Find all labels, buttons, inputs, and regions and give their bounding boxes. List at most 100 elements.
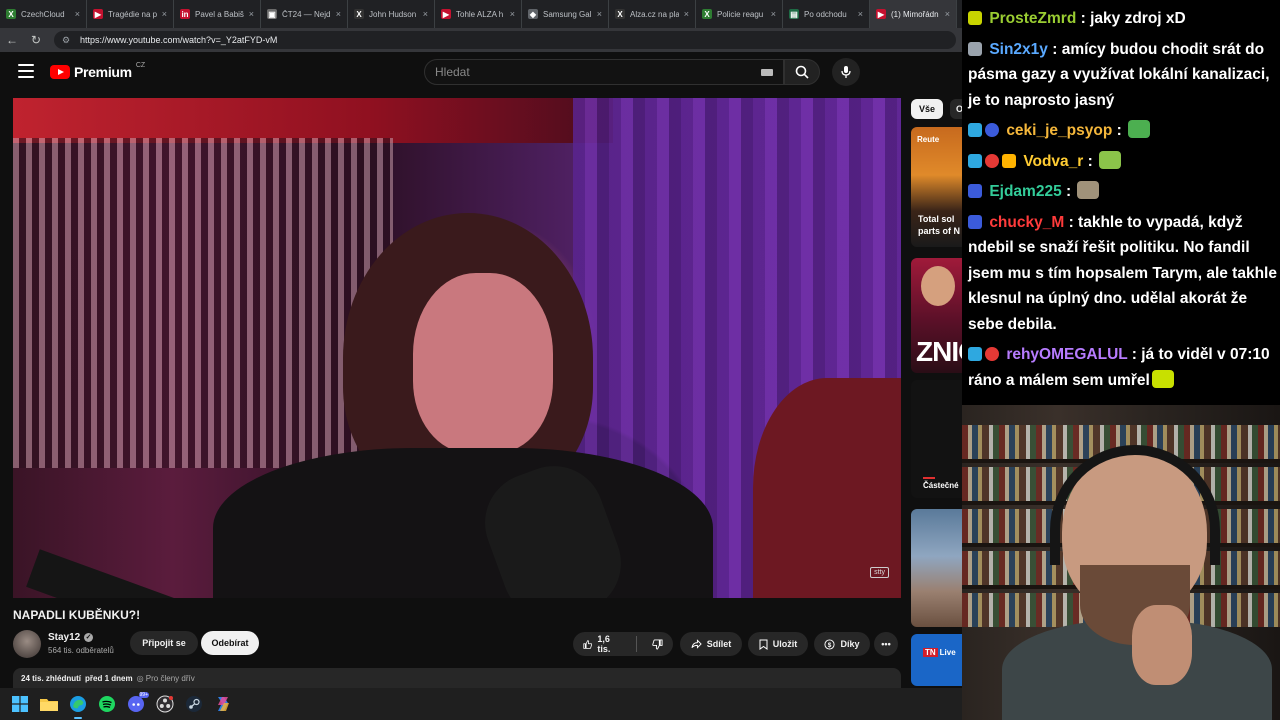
chat-message: chucky_M : takhle to vypadá, když ndebil… bbox=[968, 210, 1278, 338]
like-dislike-group: 1,6 tis. bbox=[573, 632, 673, 656]
windows-start-icon[interactable] bbox=[10, 694, 30, 714]
video-background-wall bbox=[13, 138, 393, 468]
tab-favicon-icon: X bbox=[6, 9, 16, 19]
browser-tab[interactable]: ◆ Samsung Gal × bbox=[522, 0, 609, 28]
search-input[interactable]: Hledat bbox=[424, 59, 784, 85]
join-label: Připojit se bbox=[142, 638, 186, 648]
tab-close-icon[interactable]: × bbox=[684, 9, 689, 19]
chat-username[interactable]: ProsteZmrd bbox=[989, 10, 1076, 27]
thumbnail-face bbox=[921, 266, 955, 306]
browser-tab[interactable]: X CzechCloud × bbox=[0, 0, 87, 28]
chat-username[interactable]: Vodva_r bbox=[1023, 153, 1083, 170]
webcam-person-hand bbox=[1132, 605, 1192, 685]
tab-close-icon[interactable]: × bbox=[336, 9, 341, 19]
spotify-icon[interactable] bbox=[97, 694, 117, 714]
chat-username[interactable]: ceki_je_psyop bbox=[1006, 122, 1112, 139]
chat-username[interactable]: rehyOMEGALUL bbox=[1006, 346, 1127, 363]
tab-close-icon[interactable]: × bbox=[162, 9, 167, 19]
tab-close-icon[interactable]: × bbox=[771, 9, 776, 19]
share-label: Sdílet bbox=[706, 639, 732, 649]
tab-close-icon[interactable]: × bbox=[597, 9, 602, 19]
obs-icon[interactable] bbox=[155, 694, 175, 714]
join-button[interactable]: Připojit se bbox=[130, 631, 198, 655]
thumbnail-caption: Částečné bbox=[923, 481, 959, 490]
thumbnail-caption: ZNIČ bbox=[916, 336, 962, 367]
channel-avatar[interactable] bbox=[13, 630, 41, 658]
site-settings-icon[interactable]: ⚙ bbox=[62, 35, 72, 45]
video-title: NAPADLI KUBĚNKU?! bbox=[13, 608, 141, 622]
tab-close-icon[interactable]: × bbox=[423, 9, 428, 19]
browser-tab[interactable]: ▶ Tragédie na p × bbox=[87, 0, 174, 28]
youtube-masthead: Premium CZ Hledat bbox=[0, 52, 962, 92]
save-button[interactable]: Uložit bbox=[748, 632, 808, 656]
dislike-button[interactable] bbox=[642, 632, 673, 656]
description-box[interactable]: 24 tis. zhlédnutí před 1 dnem ◎ Pro člen… bbox=[13, 668, 901, 688]
thumbnail-accent bbox=[923, 477, 935, 479]
recommended-video-thumbnail[interactable] bbox=[911, 509, 962, 627]
search-icon bbox=[795, 65, 809, 79]
file-explorer-icon[interactable] bbox=[39, 694, 59, 714]
keyboard-icon[interactable] bbox=[761, 69, 773, 76]
reload-icon[interactable]: ↻ bbox=[30, 34, 42, 46]
filter-chip-all[interactable]: Vše bbox=[911, 99, 943, 119]
browser-tab[interactable]: X Alza.cz na pla × bbox=[609, 0, 696, 28]
chat-message: Ejdam225 : bbox=[968, 179, 1278, 205]
tab-favicon-icon: ▶ bbox=[441, 9, 451, 19]
tab-close-icon[interactable]: × bbox=[858, 9, 863, 19]
tab-favicon-icon: X bbox=[354, 9, 364, 19]
browser-tab[interactable]: ▶ (1) Mimořádn × bbox=[870, 0, 957, 28]
browser-tab[interactable]: in Pavel a Babiš × bbox=[174, 0, 261, 28]
tab-close-icon[interactable]: × bbox=[75, 9, 80, 19]
chat-text: : bbox=[1087, 152, 1098, 170]
chat-badge-icon bbox=[968, 347, 982, 361]
recommended-video-thumbnail[interactable]: ZNIČ bbox=[911, 258, 962, 373]
tab-label: ČT24 — Nejd bbox=[282, 9, 331, 19]
address-bar[interactable]: ⚙ https://www.youtube.com/watch?v=_Y2atF… bbox=[54, 31, 956, 49]
subscribe-button[interactable]: Odebírat bbox=[201, 631, 259, 655]
streamer-webcam bbox=[962, 405, 1280, 720]
share-button[interactable]: Sdílet bbox=[680, 632, 742, 656]
live-label: Live bbox=[939, 648, 956, 657]
more-actions-button[interactable]: ••• bbox=[874, 632, 898, 656]
tab-favicon-icon: ▶ bbox=[876, 9, 886, 19]
copilot-icon[interactable] bbox=[213, 694, 233, 714]
thanks-button[interactable]: $ Díky bbox=[814, 632, 870, 656]
chat-username[interactable]: chucky_M bbox=[989, 214, 1064, 231]
video-player[interactable]: stty bbox=[13, 98, 901, 598]
browser-tab[interactable]: ▤ Po odchodu × bbox=[783, 0, 870, 28]
menu-icon[interactable] bbox=[18, 64, 34, 78]
discord-icon[interactable]: 99+ bbox=[126, 692, 149, 714]
browser-tab[interactable]: X John Hudson × bbox=[348, 0, 435, 28]
video-background-sign bbox=[13, 98, 613, 143]
steam-icon[interactable] bbox=[184, 694, 204, 714]
recommended-video-thumbnail[interactable]: Reute Total sol parts of N bbox=[911, 127, 962, 247]
chat-text: : takhle to vypadá, když ndebil se snaží… bbox=[968, 213, 1277, 333]
video-person-body bbox=[213, 448, 713, 598]
tab-close-icon[interactable]: × bbox=[945, 9, 950, 19]
chat-text: : jaky zdroj xD bbox=[1080, 10, 1186, 27]
browser-tab[interactable]: ▣ ČT24 — Nejd × bbox=[261, 0, 348, 28]
video-person-face bbox=[413, 273, 553, 453]
back-icon[interactable]: ← bbox=[6, 34, 18, 46]
edge-browser-icon[interactable] bbox=[68, 694, 88, 719]
chat-message: Sin2x1y : amícy budou chodit srát do pás… bbox=[968, 37, 1278, 114]
tab-label: John Hudson bbox=[369, 9, 417, 19]
chat-username[interactable]: Sin2x1y bbox=[989, 41, 1048, 58]
channel-name[interactable]: Stay12 bbox=[48, 632, 80, 643]
tab-close-icon[interactable]: × bbox=[510, 9, 515, 19]
like-button[interactable]: 1,6 tis. bbox=[573, 632, 631, 656]
browser-tab[interactable]: X Policie reagu × bbox=[696, 0, 783, 28]
tn-brand: TN bbox=[923, 648, 938, 657]
recommended-video-thumbnail[interactable]: Částečné bbox=[911, 380, 962, 498]
browser-tab[interactable]: ▶ Tohle ALZA h × bbox=[435, 0, 522, 28]
recommended-video-thumbnail[interactable]: TN Live bbox=[911, 634, 962, 686]
chat-username[interactable]: Ejdam225 bbox=[989, 183, 1061, 200]
youtube-premium-logo[interactable]: Premium CZ bbox=[50, 62, 145, 80]
browser-toolbar: ← ↻ ⚙ https://www.youtube.com/watch?v=_Y… bbox=[0, 28, 962, 52]
tab-close-icon[interactable]: × bbox=[249, 9, 254, 19]
chat-message: ProsteZmrd : jaky zdroj xD bbox=[968, 6, 1278, 32]
save-label: Uložit bbox=[772, 639, 798, 649]
search-button[interactable] bbox=[784, 59, 820, 85]
voice-search-button[interactable] bbox=[832, 58, 860, 86]
browser-tab-strip: X CzechCloud × ▶ Tragédie na p × in Pavel a Bab… bbox=[0, 0, 962, 28]
